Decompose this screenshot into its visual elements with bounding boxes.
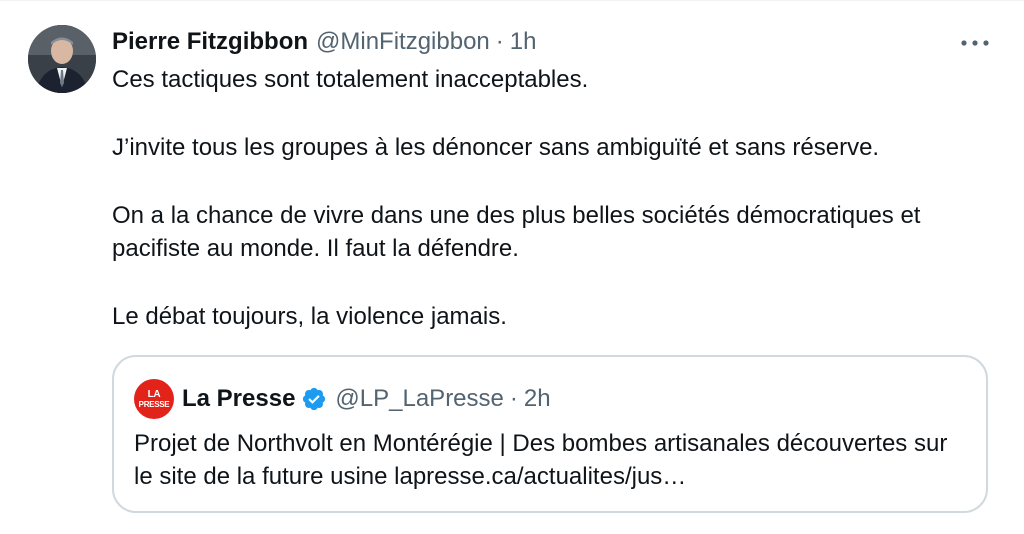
logo-text-top: LA [147,388,161,400]
tweet-paragraph: Le débat toujours, la violence jamais. [112,303,507,330]
tweet-paragraph: On a la chance de vivre dans une des plu… [112,202,921,262]
tweet-timestamp[interactable]: 1h [510,27,537,57]
author-name[interactable]: Pierre Fitzgibbon [112,27,308,57]
quoted-tweet-header: LA PRESSE La Presse @LP_LaPresse · 2h [134,379,551,419]
quoted-author-name[interactable]: La Presse [182,383,295,415]
avatar[interactable] [28,25,96,93]
quoted-author-handle[interactable]: @LP_LaPresse [335,383,503,415]
author-handle[interactable]: @MinFitzgibbon [316,27,490,57]
quoted-tweet-text: Projet de Northvolt en Montérégie | Des … [134,430,948,490]
avatar-image [28,25,96,93]
quoted-tweet-timestamp[interactable]: 2h [524,383,551,415]
separator-dot: · [509,385,518,412]
tweet-paragraph: J’invite tous les groupes à les dénoncer… [112,134,880,161]
tweet-header: Pierre Fitzgibbon @MinFitzgibbon · 1h [112,27,536,57]
more-button[interactable] [958,31,992,55]
more-horizontal-icon [961,40,989,46]
quoted-tweet[interactable]: LA PRESSE La Presse @LP_LaPresse · 2h Pr… [112,355,988,513]
tweet-paragraph: Ces tactiques sont totalement inacceptab… [112,66,589,93]
verified-badge-icon [301,386,327,412]
la-presse-logo[interactable]: LA PRESSE [134,379,174,419]
tweet[interactable]: Pierre Fitzgibbon @MinFitzgibbon · 1h Ce… [0,0,1024,534]
tweet-text: Ces tactiques sont totalement inacceptab… [112,63,992,333]
logo-text-bottom: PRESSE [138,399,170,409]
separator-dot: · [495,28,504,55]
